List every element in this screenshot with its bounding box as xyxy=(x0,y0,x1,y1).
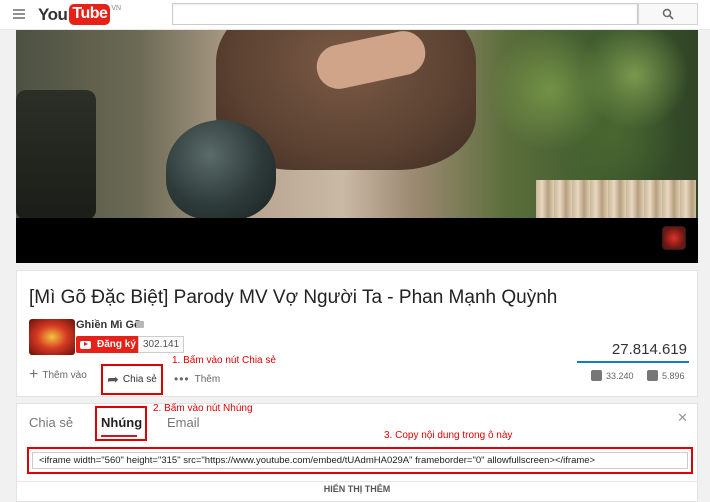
video-bike xyxy=(16,90,96,218)
like-button[interactable]: 33.240 xyxy=(591,370,634,381)
divider xyxy=(17,481,697,482)
subscribe-button[interactable]: Đăng ký xyxy=(76,336,141,353)
thumbs-down-icon xyxy=(647,370,658,381)
logo-you-text: You xyxy=(38,5,68,24)
subscribe-label: Đăng ký xyxy=(97,339,136,350)
search-input[interactable] xyxy=(172,3,638,25)
subscriber-count: 302.141 xyxy=(138,336,185,353)
more-button[interactable]: ••• Thêm xyxy=(174,372,220,386)
annotation-step-2: 2. Bấm vào nút Nhúng xyxy=(153,403,253,414)
youtube-play-icon xyxy=(80,340,91,349)
add-to-button[interactable]: + Thêm vào xyxy=(29,367,87,383)
video-title: [Mì Gõ Đặc Biệt] Parody MV Vợ Người Ta -… xyxy=(29,287,558,308)
logo-tube-text: Tube xyxy=(69,4,111,25)
top-bar: You Tube VN xyxy=(0,0,710,30)
dislike-button[interactable]: 5.896 xyxy=(647,370,685,381)
channel-name[interactable]: Ghiền Mì Gõ xyxy=(76,319,141,331)
embed-code-highlight: <iframe width="560" height="315" src="ht… xyxy=(27,447,693,474)
more-dots-icon: ••• xyxy=(174,372,190,386)
video-info-card: [Mì Gõ Đặc Biệt] Parody MV Vợ Người Ta -… xyxy=(16,270,698,397)
logo-region-text: VN xyxy=(111,5,122,12)
add-to-label: Thêm vào xyxy=(42,369,87,381)
search-icon xyxy=(662,8,674,20)
tab-share[interactable]: Chia sẻ xyxy=(29,415,73,430)
share-button[interactable]: ➦ Chia sẻ xyxy=(101,364,163,395)
tab-embed[interactable]: Nhúng xyxy=(101,415,142,430)
plus-icon: + xyxy=(29,366,39,383)
action-bar: + Thêm vào xyxy=(29,367,87,383)
tab-email[interactable]: Email xyxy=(167,415,200,430)
hamburger-menu-icon[interactable] xyxy=(13,9,25,19)
active-tab-underline xyxy=(101,435,137,437)
video-player[interactable] xyxy=(16,30,698,263)
share-panel: Chia sẻ Nhúng Email ✕ <iframe width="560… xyxy=(16,403,698,502)
video-frame xyxy=(16,30,698,218)
share-label: Chia sẻ xyxy=(122,374,157,385)
annotation-step-1: 1. Bấm vào nút Chia sẻ xyxy=(172,355,276,366)
embed-code-field[interactable]: <iframe width="560" height="315" src="ht… xyxy=(32,452,688,469)
verified-icon xyxy=(136,321,144,328)
video-plants xyxy=(486,30,698,180)
search-button[interactable] xyxy=(638,3,698,25)
thumbs-up-icon xyxy=(591,370,602,381)
close-icon[interactable]: ✕ xyxy=(677,410,688,426)
sentiment-bar xyxy=(577,361,689,363)
view-count: 27.814.619 xyxy=(611,341,687,358)
share-arrow-icon: ➦ xyxy=(107,371,119,387)
video-shelf xyxy=(536,180,696,218)
channel-avatar[interactable] xyxy=(29,319,75,355)
like-count: 33.240 xyxy=(606,370,634,381)
more-label: Thêm xyxy=(194,373,221,385)
video-helmet xyxy=(166,120,276,218)
show-more-button[interactable]: HIỂN THỊ THÊM xyxy=(17,484,697,494)
annotation-step-3: 3. Copy nội dung trong ô này xyxy=(384,430,513,441)
dislike-count: 5.896 xyxy=(662,370,685,381)
youtube-logo[interactable]: You Tube VN xyxy=(38,4,121,26)
channel-watermark-icon[interactable] xyxy=(662,226,686,250)
